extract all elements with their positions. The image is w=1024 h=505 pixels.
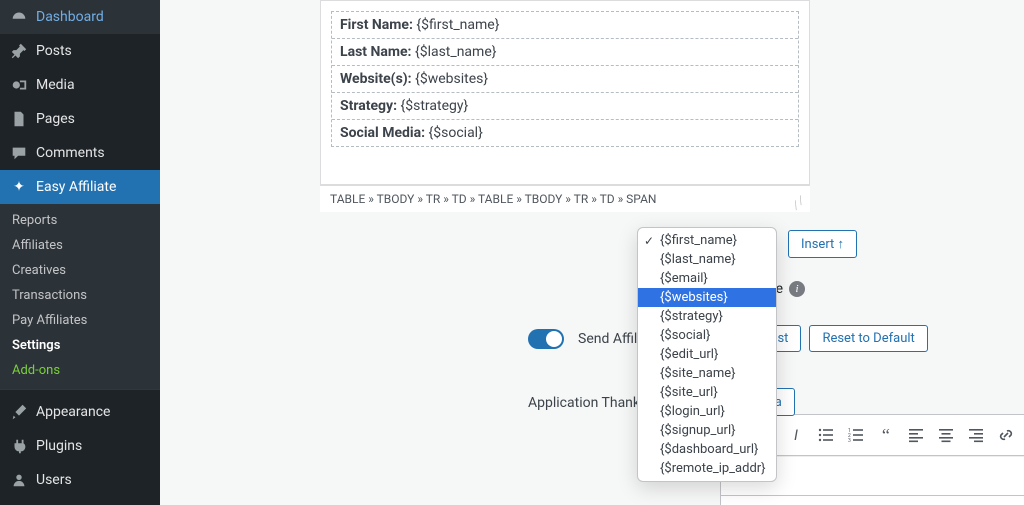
editor-row: Social Media: {$social}: [332, 119, 798, 146]
bullet-list-button[interactable]: [812, 421, 840, 449]
insert-variable-button[interactable]: Insert ↑: [788, 230, 857, 258]
link-button[interactable]: [992, 421, 1020, 449]
sparkle-icon: ✦: [10, 178, 28, 196]
sidebar-item-label: Posts: [36, 43, 72, 59]
reset-to-default-button[interactable]: Reset to Default: [809, 325, 927, 352]
sidebar-item-label: Users: [36, 472, 72, 488]
editor-element-path: TABLE » TBODY » TR » TD » TABLE » TBODY …: [320, 185, 810, 212]
variable-option[interactable]: {$strategy}: [638, 307, 776, 326]
blockquote-button[interactable]: “: [872, 421, 900, 449]
sidebar-item-posts[interactable]: Posts: [0, 34, 160, 68]
sidebar-subitem-pay-affiliates[interactable]: Pay Affiliates: [0, 308, 160, 333]
sidebar-subitem-settings[interactable]: Settings: [0, 333, 160, 358]
email-editor[interactable]: First Name: {$first_name}Last Name: {$la…: [320, 0, 810, 185]
sidebar-subitem-reports[interactable]: Reports: [0, 208, 160, 233]
sidebar-item-comments[interactable]: Comments: [0, 136, 160, 170]
send-affiliate-toggle[interactable]: [528, 329, 564, 349]
resize-handle-icon[interactable]: ⟋⟋: [790, 195, 808, 213]
variable-option[interactable]: {$site_name}: [638, 364, 776, 383]
align-left-button[interactable]: [902, 421, 930, 449]
application-thank-label-fragment: Application Thank: [528, 395, 640, 411]
editor-table: First Name: {$first_name}Last Name: {$la…: [331, 11, 799, 147]
variable-option[interactable]: {$login_url}: [638, 402, 776, 421]
sidebar-item-plugins[interactable]: Plugins: [0, 429, 160, 463]
media-icon: [10, 76, 28, 94]
sidebar-item-label: Easy Affiliate: [36, 179, 116, 195]
dashboard-icon: [10, 8, 28, 26]
page-icon: [10, 110, 28, 128]
variable-option[interactable]: {$first_name}: [638, 231, 776, 250]
variable-option[interactable]: {$signup_url}: [638, 421, 776, 440]
main-content: First Name: {$first_name}Last Name: {$la…: [160, 0, 1024, 505]
sidebar-item-pages[interactable]: Pages: [0, 102, 160, 136]
sidebar-subitem-transactions[interactable]: Transactions: [0, 283, 160, 308]
sidebar-item-label: Comments: [36, 145, 105, 161]
sidebar-item-media[interactable]: Media: [0, 68, 160, 102]
editor-canvas[interactable]: [720, 496, 1024, 505]
sidebar-submenu: ReportsAffiliatesCreativesTransactionsPa…: [0, 204, 160, 389]
variable-dropdown[interactable]: {$first_name}{$last_name}{$email}{$websi…: [637, 227, 777, 482]
numbered-list-button[interactable]: 123: [842, 421, 870, 449]
pin-icon: [10, 42, 28, 60]
variable-option[interactable]: {$dashboard_url}: [638, 440, 776, 459]
editor-row: First Name: {$first_name}: [332, 12, 798, 38]
italic-button[interactable]: I: [782, 421, 810, 449]
svg-text:3: 3: [848, 438, 851, 443]
sidebar-item-label: Appearance: [36, 404, 110, 420]
plugin-icon: [10, 437, 28, 455]
sidebar-subitem-affiliates[interactable]: Affiliates: [0, 233, 160, 258]
variable-option[interactable]: {$websites}: [638, 288, 776, 307]
align-center-button[interactable]: [932, 421, 960, 449]
editor-row: Last Name: {$last_name}: [332, 38, 798, 65]
sidebar-item-label: Dashboard: [36, 9, 104, 25]
variable-option[interactable]: {$last_name}: [638, 250, 776, 269]
admin-sidebar: Dashboard Posts Media Pages Comments ✦ Easy …: [0, 0, 160, 505]
sidebar-item-label: Plugins: [36, 438, 82, 454]
sidebar-subitem-add-ons[interactable]: Add-ons: [0, 358, 160, 383]
variable-option[interactable]: {$email}: [638, 269, 776, 288]
sidebar-item-label: Pages: [36, 111, 75, 127]
variable-option[interactable]: {$remote_ip_addr}: [638, 459, 776, 478]
sidebar-subitem-creatives[interactable]: Creatives: [0, 258, 160, 283]
sidebar-item-easy-affiliate[interactable]: ✦ Easy Affiliate: [0, 170, 160, 204]
comment-icon: [10, 144, 28, 162]
user-icon: [10, 471, 28, 489]
variable-option[interactable]: {$edit_url}: [638, 345, 776, 364]
variable-option[interactable]: {$site_url}: [638, 383, 776, 402]
sidebar-item-label: Media: [36, 77, 75, 93]
align-right-button[interactable]: [962, 421, 990, 449]
variable-option[interactable]: {$social}: [638, 326, 776, 345]
editor-row: Website(s): {$websites}: [332, 65, 798, 92]
brush-icon: [10, 403, 28, 421]
editor-row: Strategy: {$strategy}: [332, 92, 798, 119]
sidebar-item-appearance[interactable]: Appearance: [0, 395, 160, 429]
sidebar-item-dashboard[interactable]: Dashboard: [0, 0, 160, 34]
sidebar-item-users[interactable]: Users: [0, 463, 160, 497]
info-icon[interactable]: i: [789, 281, 805, 297]
